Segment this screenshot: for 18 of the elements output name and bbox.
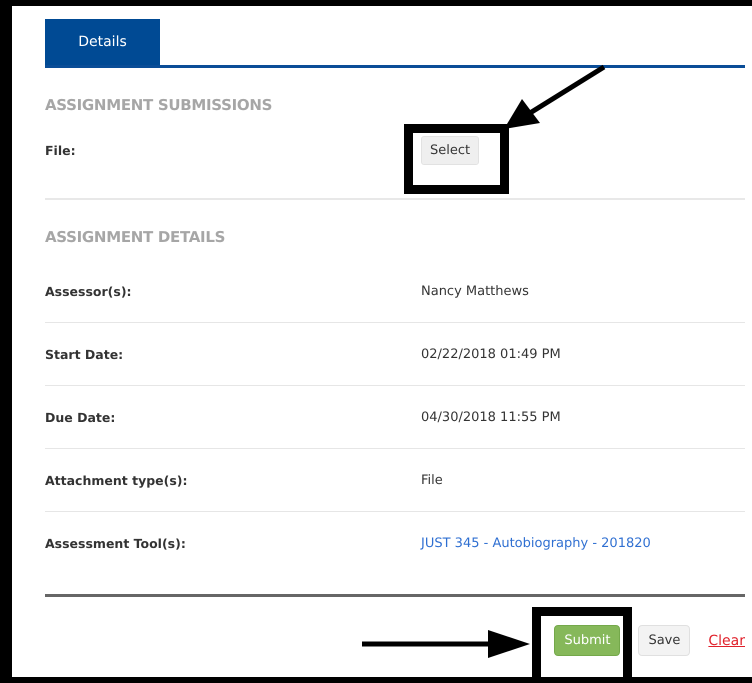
save-button[interactable]: Save [638,625,690,656]
select-button[interactable]: Select [421,136,480,164]
field-label: Assessment Tool(s): [45,536,187,550]
assessment-tool-link[interactable]: JUST 345 - Autobiography - 201820 [421,536,651,550]
field-value: Nancy Matthews [421,284,529,298]
field-value: 04/30/2018 11:55 PM [421,410,561,424]
section-heading: ASSIGNMENT SUBMISSIONS [45,96,272,114]
field-label: Assessor(s): [45,284,133,298]
field-label: File: [45,142,77,158]
field-value: File [421,472,443,488]
field-label: Start Date: [45,346,124,362]
clear-link[interactable]: Clear [708,632,745,648]
field-value: 02/22/2018 01:49 PM [421,346,561,362]
section-heading: ASSIGNMENT DETAILS [45,228,226,246]
field-label: Due Date: [45,410,116,424]
details-tab[interactable]: Details [45,19,160,65]
field-label: Attachment type(s): [45,472,189,488]
arrow-icon [362,628,532,660]
